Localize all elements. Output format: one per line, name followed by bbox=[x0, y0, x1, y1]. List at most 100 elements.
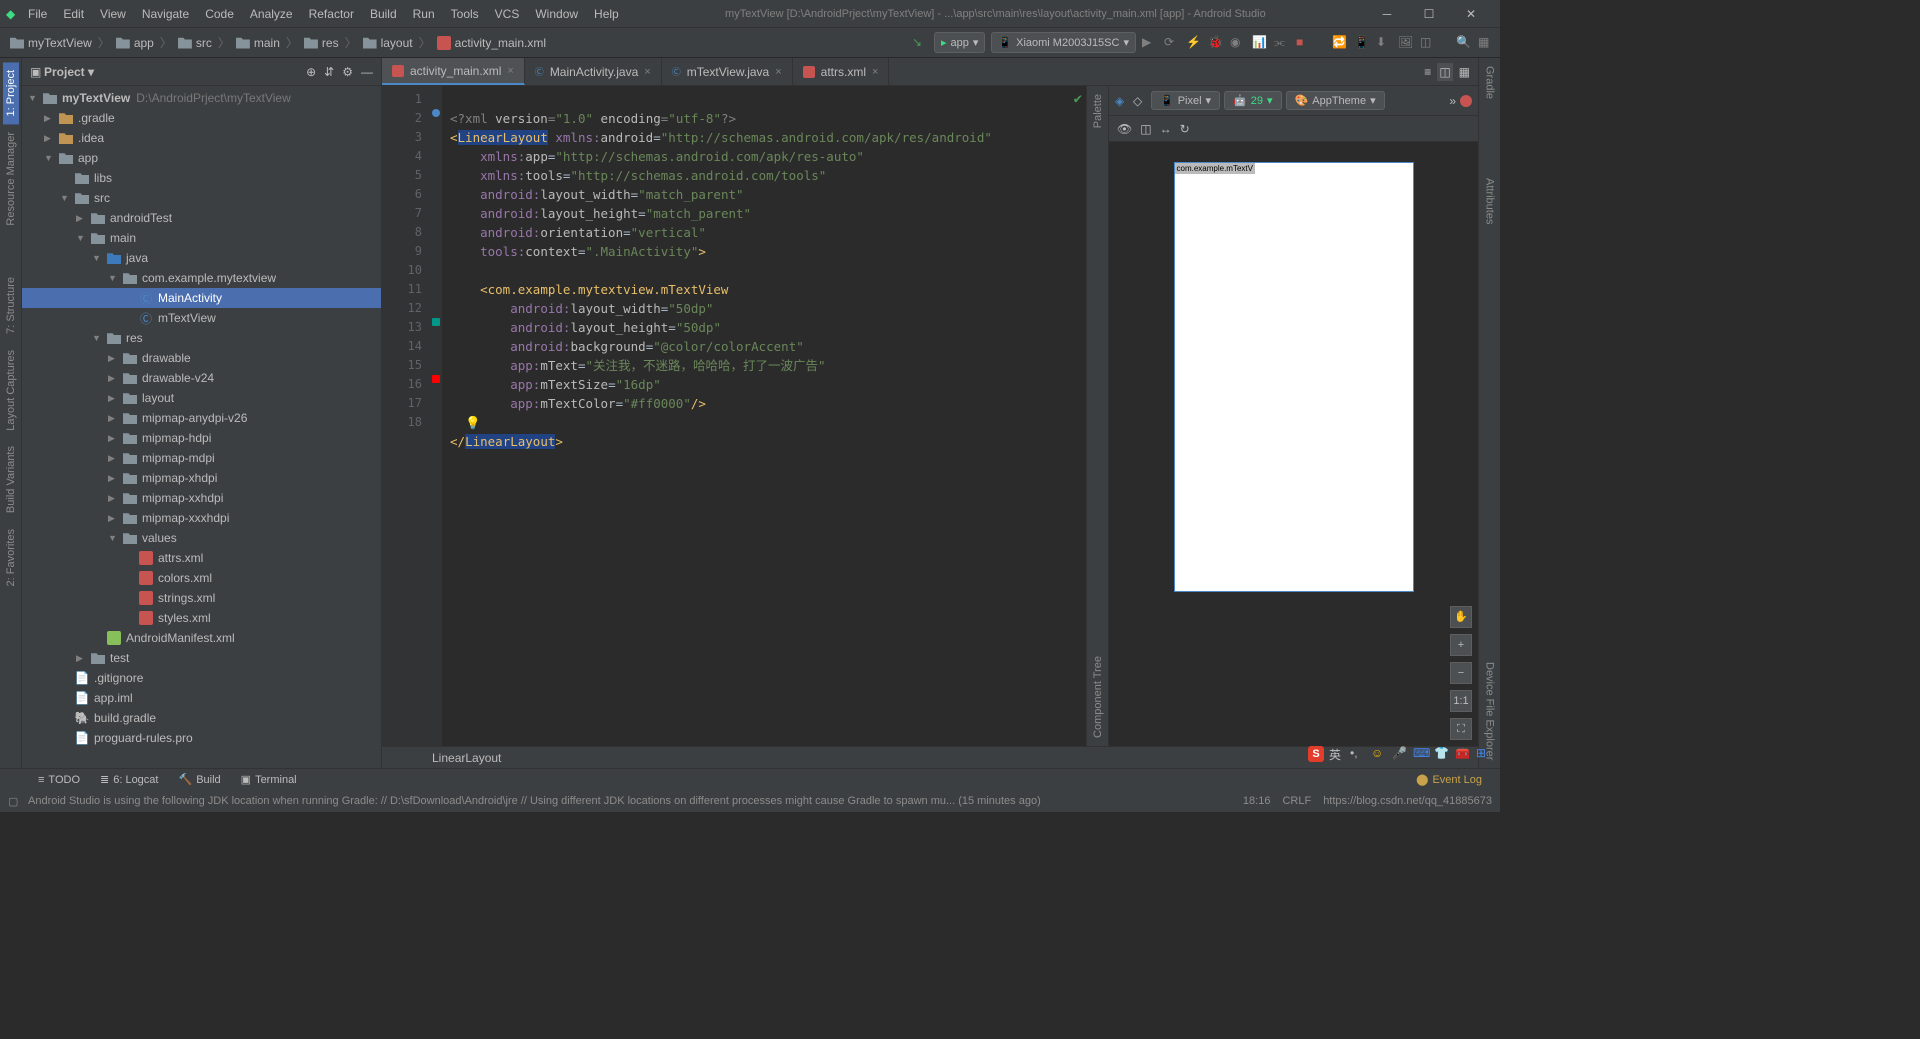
settings-icon[interactable]: ⚙ bbox=[342, 65, 353, 79]
attributes-tool-button[interactable]: Attributes bbox=[1482, 170, 1498, 232]
tree-mipmap-any[interactable]: mipmap-anydpi-v26 bbox=[22, 408, 381, 428]
ime-tool-icon[interactable]: 🧰 bbox=[1455, 746, 1471, 762]
breadcrumb-file[interactable]: activity_main.xml bbox=[433, 34, 550, 52]
close-icon[interactable]: × bbox=[775, 66, 781, 78]
menu-build[interactable]: Build bbox=[362, 3, 405, 25]
breadcrumb-res[interactable]: res bbox=[300, 34, 343, 52]
menu-navigate[interactable]: Navigate bbox=[134, 3, 197, 25]
tree-java[interactable]: java bbox=[22, 248, 381, 268]
tree-project-root[interactable]: myTextViewD:\AndroidPrject\myTextView bbox=[22, 88, 381, 108]
tree-attrs[interactable]: attrs.xml bbox=[22, 548, 381, 568]
tree-values[interactable]: values bbox=[22, 528, 381, 548]
ime-punct-icon[interactable]: •, bbox=[1350, 746, 1366, 762]
tree-mipmap-xxxh[interactable]: mipmap-xxxhdpi bbox=[22, 508, 381, 528]
menu-window[interactable]: Window bbox=[527, 3, 586, 25]
debug-button[interactable]: 🐞 bbox=[1208, 35, 1224, 51]
menu-tools[interactable]: Tools bbox=[443, 3, 487, 25]
sdk-manager-icon[interactable]: ⬇ bbox=[1376, 35, 1392, 51]
status-icon[interactable]: ▢ bbox=[8, 795, 28, 808]
palette-tool-button[interactable]: Palette bbox=[1090, 86, 1106, 136]
todo-tool-button[interactable]: ≡ TODO bbox=[28, 774, 90, 786]
tab-attrs[interactable]: attrs.xml× bbox=[793, 58, 890, 85]
terminal-tool-button[interactable]: ▣ Terminal bbox=[231, 773, 307, 786]
tree-mipmap-h[interactable]: mipmap-hdpi bbox=[22, 428, 381, 448]
theme-picker[interactable]: 🎨 AppTheme ▾ bbox=[1286, 91, 1385, 110]
tree-styles[interactable]: styles.xml bbox=[22, 608, 381, 628]
tree-mipmap-xh[interactable]: mipmap-xhdpi bbox=[22, 468, 381, 488]
collapse-all-icon[interactable]: ⇵ bbox=[324, 65, 334, 79]
tree-buildgradle[interactable]: 🐘build.gradle bbox=[22, 708, 381, 728]
profile-icon[interactable]: 📊 bbox=[1252, 35, 1268, 51]
breadcrumb-root[interactable]: myTextView bbox=[6, 34, 96, 52]
menu-vcs[interactable]: VCS bbox=[487, 3, 528, 25]
tree-mainactivity[interactable]: ⒸMainActivity bbox=[22, 288, 381, 308]
menu-refactor[interactable]: Refactor bbox=[301, 3, 362, 25]
tree-manifest[interactable]: AndroidManifest.xml bbox=[22, 628, 381, 648]
tree-appiml[interactable]: 📄app.iml bbox=[22, 688, 381, 708]
device-preview[interactable]: com.example.mTextV bbox=[1174, 162, 1414, 592]
device-picker[interactable]: 📱 Pixel ▾ bbox=[1151, 91, 1220, 110]
tree-drawable-v24[interactable]: drawable-v24 bbox=[22, 368, 381, 388]
tab-mainactivity[interactable]: ⒸMainActivity.java× bbox=[525, 58, 662, 85]
structure-tool-button[interactable]: 7: Structure bbox=[3, 269, 19, 342]
tree-mipmap-xxh[interactable]: mipmap-xxhdpi bbox=[22, 488, 381, 508]
tree-layout[interactable]: layout bbox=[22, 388, 381, 408]
make-project-icon[interactable]: ↘ bbox=[912, 35, 928, 51]
device-selector[interactable]: 📱Xiaomi M2003J15SC▾ bbox=[991, 32, 1136, 53]
tree-res[interactable]: res bbox=[22, 328, 381, 348]
code-editor[interactable]: 123456789101112131415161718 ✔<?xml versi… bbox=[382, 86, 1086, 746]
zoom-in-button[interactable]: + bbox=[1450, 634, 1472, 656]
tree-idea[interactable]: .idea bbox=[22, 128, 381, 148]
blueprint-icon[interactable]: ◇ bbox=[1133, 94, 1147, 108]
minimize-button[interactable]: ─ bbox=[1372, 7, 1402, 21]
zoom-fit-button[interactable]: 1:1 bbox=[1450, 690, 1472, 712]
tree-package[interactable]: com.example.mytextview bbox=[22, 268, 381, 288]
tab-mtextview[interactable]: ⒸmTextView.java× bbox=[662, 58, 793, 85]
tree-mtextview[interactable]: ⒸmTextView bbox=[22, 308, 381, 328]
run-config-selector[interactable]: ▸app▾ bbox=[934, 32, 985, 53]
resource-manager-icon[interactable]: 🖼 bbox=[1398, 35, 1414, 51]
menu-view[interactable]: View bbox=[92, 3, 134, 25]
tree-test[interactable]: test bbox=[22, 648, 381, 668]
ime-keyboard-icon[interactable]: ⌨ bbox=[1413, 746, 1429, 762]
arrows-icon[interactable]: ↔ bbox=[1160, 122, 1172, 136]
tree-androidtest[interactable]: androidTest bbox=[22, 208, 381, 228]
close-button[interactable]: ✕ bbox=[1456, 7, 1486, 21]
api-picker[interactable]: 🤖 29 ▾ bbox=[1224, 91, 1281, 110]
gradle-tool-button[interactable]: Gradle bbox=[1482, 58, 1498, 107]
menu-analyze[interactable]: Analyze bbox=[242, 3, 301, 25]
menu-run[interactable]: Run bbox=[405, 3, 443, 25]
sogou-icon[interactable]: S bbox=[1308, 746, 1324, 762]
menu-file[interactable]: File bbox=[20, 3, 55, 25]
rotate-icon[interactable]: ↻ bbox=[1180, 122, 1190, 136]
resource-manager-tool-button[interactable]: Resource Manager bbox=[3, 124, 19, 234]
run-button[interactable]: ▶ bbox=[1142, 35, 1158, 51]
avd-manager-icon[interactable]: 📱 bbox=[1354, 35, 1370, 51]
hide-icon[interactable]: — bbox=[361, 65, 373, 79]
tree-src[interactable]: src bbox=[22, 188, 381, 208]
overflow-icon[interactable]: » bbox=[1449, 94, 1456, 108]
tree-gitignore[interactable]: 📄.gitignore bbox=[22, 668, 381, 688]
layout-captures-tool-button[interactable]: Layout Captures bbox=[3, 342, 19, 439]
ime-voice-icon[interactable]: 🎤 bbox=[1392, 746, 1408, 762]
pan-button[interactable]: ✋ bbox=[1450, 606, 1472, 628]
ime-grid-icon[interactable]: ⊞ bbox=[1476, 746, 1492, 762]
view-code-icon[interactable]: ≡ bbox=[1424, 65, 1431, 79]
tab-activity-main[interactable]: activity_main.xml× bbox=[382, 58, 525, 85]
menu-code[interactable]: Code bbox=[197, 3, 242, 25]
line-separator[interactable]: CRLF bbox=[1282, 795, 1311, 807]
tree-gradle[interactable]: .gradle bbox=[22, 108, 381, 128]
tree-colors[interactable]: colors.xml bbox=[22, 568, 381, 588]
view-design-icon[interactable]: ▦ bbox=[1459, 65, 1470, 79]
favorites-tool-button[interactable]: 2: Favorites bbox=[3, 521, 19, 594]
caret-position[interactable]: 18:16 bbox=[1243, 795, 1271, 807]
design-surface[interactable]: com.example.mTextV ✋ + − 1:1 ⛶ bbox=[1109, 142, 1478, 746]
close-icon[interactable]: × bbox=[507, 65, 513, 77]
event-log-button[interactable]: ⬤ Event Log bbox=[1406, 773, 1492, 786]
search-everywhere-icon[interactable]: 🔍 bbox=[1456, 35, 1472, 51]
menu-help[interactable]: Help bbox=[586, 3, 627, 25]
close-icon[interactable]: × bbox=[872, 66, 878, 78]
ime-emoji-icon[interactable]: ☺ bbox=[1371, 746, 1387, 762]
layers-icon[interactable]: ◫ bbox=[1140, 122, 1151, 136]
project-tool-button[interactable]: 1: Project bbox=[3, 62, 19, 124]
